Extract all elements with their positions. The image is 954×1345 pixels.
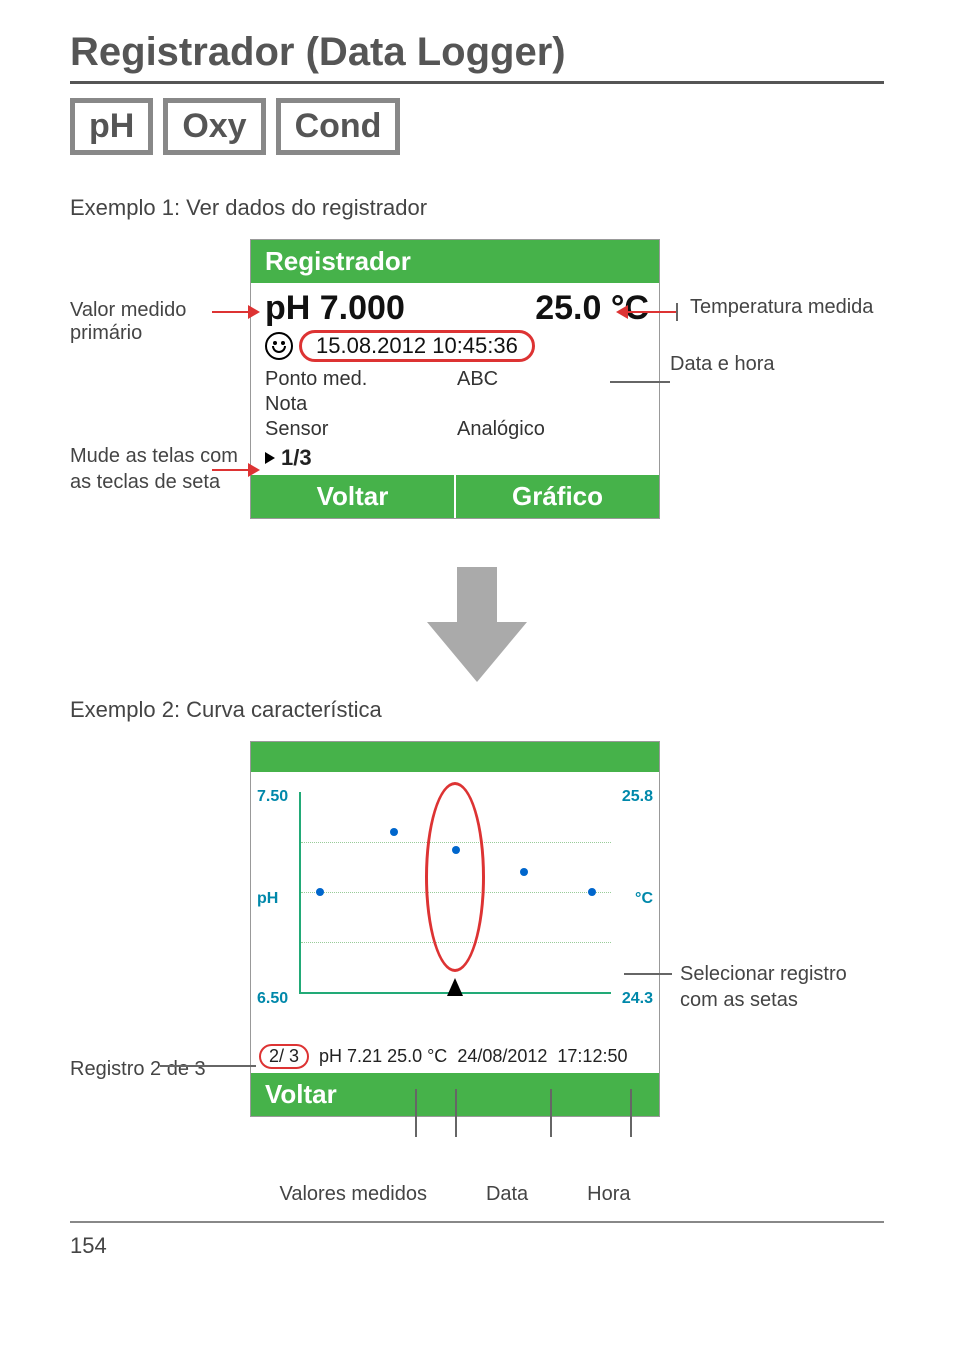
temp-reading: 25.0 °C bbox=[535, 289, 649, 328]
smiley-icon bbox=[265, 332, 293, 360]
row-sensor: Sensor bbox=[265, 418, 457, 441]
page-number: 154 bbox=[70, 1233, 107, 1258]
row-sensor-val: Analógico bbox=[457, 418, 649, 441]
callout-time: Hora bbox=[587, 1183, 630, 1206]
parameter-tags: pH Oxy Cond bbox=[70, 98, 884, 155]
y-bot-left: 6.50 bbox=[257, 990, 288, 1008]
y-top-right: 25.8 bbox=[622, 788, 653, 806]
down-arrow-icon bbox=[70, 567, 884, 687]
status-time: 17:12:50 bbox=[557, 1046, 627, 1067]
footer-rule: 154 bbox=[70, 1221, 884, 1259]
callout-record-index: Registro 2 de 3 bbox=[70, 1056, 250, 1082]
triangle-right-icon bbox=[265, 452, 275, 464]
screen-header: Registrador bbox=[251, 240, 659, 283]
example1-label: Exemplo 1: Ver dados do registrador bbox=[70, 195, 884, 221]
status-date: 24/08/2012 bbox=[457, 1046, 547, 1067]
back-button[interactable]: Voltar bbox=[251, 475, 454, 518]
graph-button[interactable]: Gráfico bbox=[454, 475, 659, 518]
datetime-pill: 15.08.2012 10:45:36 bbox=[299, 330, 535, 362]
record-badge: 2/ 3 bbox=[259, 1044, 309, 1069]
device-screen-1: Registrador pH 7.000 25.0 °C 15.08.2012 … bbox=[250, 239, 660, 519]
status-values: pH 7.21 25.0 °C bbox=[319, 1046, 447, 1067]
graph-header bbox=[251, 742, 659, 772]
title-rule bbox=[70, 81, 884, 84]
y-mid-left: pH bbox=[257, 890, 278, 908]
callout-measured-values: Valores medidos bbox=[279, 1183, 426, 1206]
chart-area bbox=[299, 792, 611, 994]
row-ponto-med: Ponto med. bbox=[265, 368, 457, 391]
row-nota: Nota bbox=[265, 393, 457, 416]
page-title: Registrador (Data Logger) bbox=[70, 30, 884, 75]
callout-temperature: Temperatura medida bbox=[690, 295, 880, 319]
callout-select-record: Selecionar registro com as setas bbox=[680, 961, 880, 1013]
selection-marker bbox=[425, 782, 485, 972]
y-bot-right: 24.3 bbox=[622, 990, 653, 1008]
device-screen-2: 7.50 pH 6.50 25.8 °C 24.3 bbox=[250, 741, 660, 1117]
callout-datetime: Data e hora bbox=[670, 353, 880, 376]
page-indicator: 1/3 bbox=[281, 445, 312, 471]
main-reading: pH 7.000 bbox=[265, 289, 405, 328]
tag-cond: Cond bbox=[276, 98, 401, 155]
example2-label: Exemplo 2: Curva característica bbox=[70, 697, 884, 723]
tag-ph: pH bbox=[70, 98, 153, 155]
row-ponto-med-val: ABC bbox=[457, 368, 649, 391]
cursor-up-arrow-icon bbox=[447, 978, 463, 996]
tag-oxy: Oxy bbox=[163, 98, 265, 155]
callout-primary-value: Valor medido primário bbox=[70, 299, 250, 345]
y-mid-right: °C bbox=[635, 890, 653, 908]
callout-date: Data bbox=[486, 1183, 528, 1206]
y-top-left: 7.50 bbox=[257, 788, 288, 806]
